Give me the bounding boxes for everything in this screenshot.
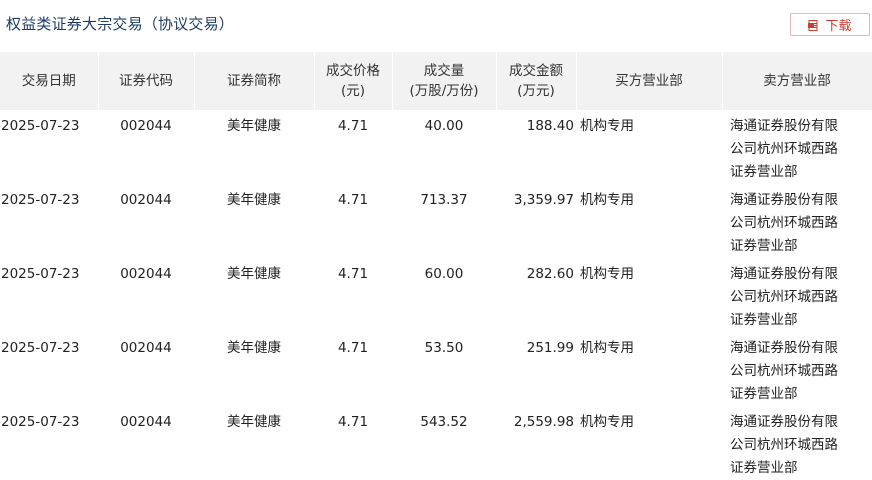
cell-date: 2025-07-23 [1,340,80,356]
table-row: 2025-07-23 002044 美年健康 4.71 543.52 2,559.98 机构… [0,406,872,480]
cell-amount: 282.60 [526,266,574,282]
column-header-seller: 卖方营业部 [722,52,872,110]
cell-price: 4.71 [337,414,369,430]
column-header-volume: 成交量 (万股/万份) [392,52,497,110]
cell-code: 002044 [120,414,172,430]
download-button[interactable]: 下载 [790,13,870,36]
cell-seller: 海通证券股份有限公司杭州环城西路证券营业部 [730,192,838,254]
cell-date: 2025-07-23 [1,414,80,430]
cell-buyer: 机构专用 [580,266,634,282]
table-row: 2025-07-23 002044 美年健康 4.71 60.00 282.60 机构专用 海… [0,258,872,332]
cell-volume: 53.50 [424,340,464,356]
cell-date: 2025-07-23 [1,118,80,134]
cell-seller: 海通证券股份有限公司杭州环城西路证券营业部 [730,414,838,476]
cell-buyer: 机构专用 [580,192,634,208]
table-body: 2025-07-23 002044 美年健康 4.71 40.00 188.40 机构专用海… [0,110,872,480]
cell-amount: 251.99 [526,340,574,356]
cell-code: 002044 [120,340,172,356]
cell-amount: 2,559.98 [513,414,574,430]
cell-buyer: 机构专用 [580,414,634,430]
cell-code: 002044 [120,118,172,134]
cell-buyer: 机构专用 [580,118,634,134]
column-header-amount: 成交金额 (万元) [496,52,577,110]
cell-name: 美年健康 [227,340,281,356]
column-header-name: 证券简称 [194,52,315,110]
cell-seller: 海通证券股份有限公司杭州环城西路证券营业部 [730,266,838,328]
cell-date: 2025-07-23 [1,192,80,208]
cell-price: 4.71 [337,340,369,356]
cell-seller: 海通证券股份有限公司杭州环城西路证券营业部 [730,340,838,402]
column-header-code: 证券代码 [98,52,195,110]
cell-name: 美年健康 [227,118,281,134]
cell-date: 2025-07-23 [1,266,80,282]
cell-amount: 3,359.97 [513,192,574,208]
cell-buyer: 机构专用 [580,340,634,356]
cell-price: 4.71 [337,266,369,282]
cell-price: 4.71 [337,118,369,134]
cell-name: 美年健康 [227,414,281,430]
table-header-row: 交易日期 证券代码 证券简称 成交价格 (元) 成交量 (万股/万份) 成交金额 (万元)… [0,52,872,110]
cell-name: 美年健康 [227,192,281,208]
cell-code: 002044 [120,266,172,282]
cell-code: 002044 [120,192,172,208]
page-title: 权益类证券大宗交易（协议交易） [6,15,235,33]
cell-volume: 713.37 [420,192,468,208]
download-label: 下载 [825,19,852,34]
column-header-buyer: 买方营业部 [576,52,723,110]
column-header-date: 交易日期 [0,52,99,110]
cell-seller: 海通证券股份有限公司杭州环城西路证券营业部 [730,118,838,180]
table-row: 2025-07-23 002044 美年健康 4.71 40.00 188.40 机构专用 海… [0,110,872,184]
cell-volume: 40.00 [424,118,464,134]
page-header: 权益类证券大宗交易（协议交易） 下载 [0,0,872,52]
cell-price: 4.71 [337,192,369,208]
block-trade-table: 交易日期 证券代码 证券简称 成交价格 (元) 成交量 (万股/万份) 成交金额 (万元)… [0,52,872,480]
document-icon [808,19,819,31]
cell-volume: 60.00 [424,266,464,282]
column-header-price: 成交价格 (元) [314,52,393,110]
cell-volume: 543.52 [420,414,468,430]
table-row: 2025-07-23 002044 美年健康 4.71 713.37 3,359.97 机构… [0,184,872,258]
table-row: 2025-07-23 002044 美年健康 4.71 53.50 251.99 机构专用 海… [0,332,872,406]
cell-name: 美年健康 [227,266,281,282]
cell-amount: 188.40 [526,118,574,134]
